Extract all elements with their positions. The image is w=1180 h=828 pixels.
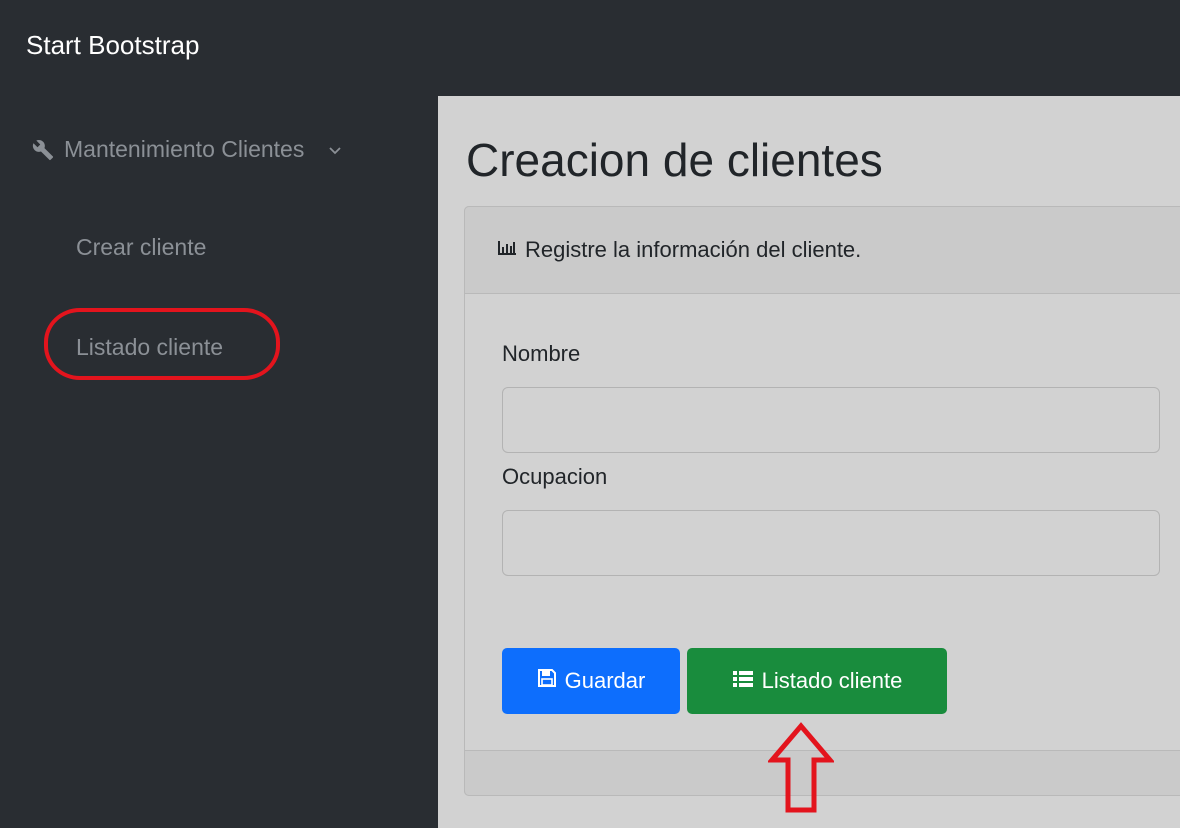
bar-chart-icon [497,237,517,263]
sidebar-item-crear-cliente[interactable]: Crear cliente [76,234,206,261]
card-footer [464,750,1180,796]
listado-cliente-button[interactable]: Listado cliente [687,648,947,714]
sidebar-section-mantenimiento-clientes[interactable]: Mantenimiento Clientes [32,136,342,163]
wrench-icon [32,139,54,161]
save-icon [537,668,557,694]
card-header: Registre la información del cliente. [464,206,1180,294]
sidebar-item-listado-cliente[interactable]: Listado cliente [76,334,223,361]
sidebar [0,96,438,828]
page-title: Creacion de clientes [466,134,883,186]
ocupacion-input[interactable] [502,510,1160,576]
guardar-label: Guardar [564,668,646,693]
ocupacion-label: Ocupacion [502,464,608,489]
list-icon [732,668,754,694]
card-header-text: Registre la información del cliente. [525,237,862,262]
navbar-brand[interactable]: Start Bootstrap [26,30,199,61]
nombre-label: Nombre [502,341,581,366]
sidebar-section-label: Mantenimiento Clientes [64,136,305,162]
listado-label: Listado cliente [761,668,903,693]
guardar-button[interactable]: Guardar [502,648,680,714]
chevron-down-icon [328,143,342,157]
nombre-input[interactable] [502,387,1160,453]
